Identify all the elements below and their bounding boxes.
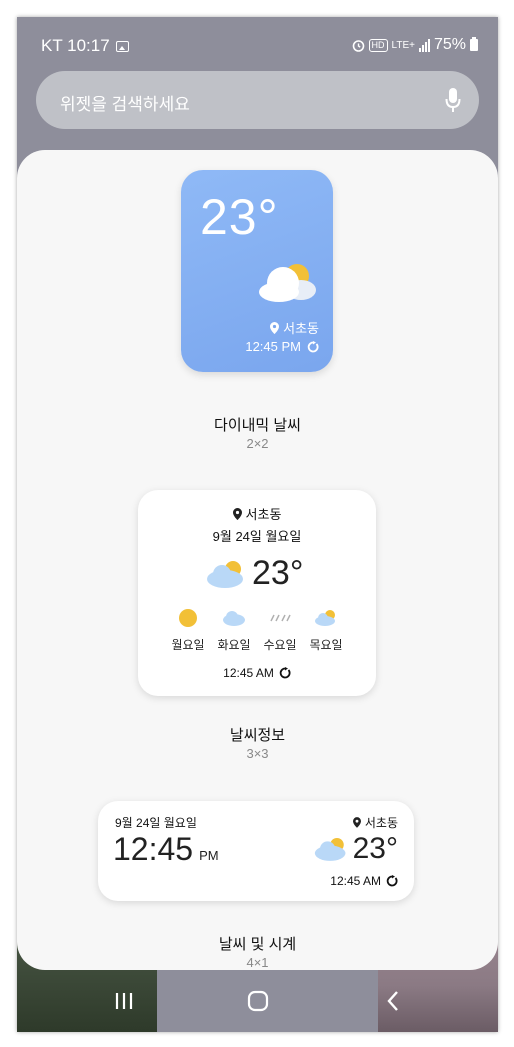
- partly-cloudy-icon: [259, 264, 316, 302]
- alarm-icon: [352, 39, 364, 52]
- widget1-location: 서초동: [283, 321, 319, 336]
- widget2-name: 날씨정보: [229, 727, 286, 744]
- widget2-location: 서초동: [245, 507, 282, 522]
- forecast-day: 월요일: [168, 608, 208, 653]
- widget2-date: 9월 24일 월요일: [212, 529, 302, 544]
- widget2-temperature: 23°: [252, 554, 304, 592]
- location-pin-icon: [270, 321, 280, 334]
- widget2-size: 3×3: [246, 746, 269, 761]
- widget3-date: 9월 24일 월요일: [115, 816, 197, 830]
- forecast-row: 월요일 화요일 수요일 목요일: [138, 608, 376, 653]
- forecast-day-label: 목요일: [309, 638, 343, 652]
- partly-cloudy-icon: [315, 610, 335, 626]
- dynamic-weather-widget[interactable]: 23° 서초동 12:45 PM: [181, 170, 333, 372]
- widget3-time: 12:45 AM: [330, 874, 381, 888]
- location-pin-icon: [352, 817, 361, 828]
- weather-clock-widget[interactable]: 9월 24일 월요일 12:45 PM 서초동 23° 12:45 AM: [98, 801, 414, 901]
- partly-cloudy-icon: [314, 837, 346, 861]
- widget-list-sheet[interactable]: 23° 서초동 12:45 PM 다이내믹 날씨 2×2 서초동 9월 24일 …: [17, 150, 498, 970]
- widget1-size: 2×2: [246, 436, 269, 451]
- widget2-time: 12:45 AM: [223, 666, 274, 680]
- picture-icon: [115, 40, 129, 52]
- refresh-icon[interactable]: [386, 875, 398, 887]
- battery-icon: [470, 37, 478, 51]
- widget-search-bar[interactable]: 위젯을 검색하세요: [36, 71, 479, 129]
- weather-info-widget[interactable]: 서초동 9월 24일 월요일 23° 월요일 화요일 수요일 목요일 12:45…: [138, 490, 376, 696]
- cloud-icon: [223, 611, 245, 626]
- forecast-day: 화요일: [214, 608, 254, 653]
- widget1-time: 12:45 PM: [245, 339, 301, 354]
- refresh-icon[interactable]: [307, 340, 319, 353]
- refresh-icon[interactable]: [279, 667, 291, 679]
- widget3-ampm: PM: [199, 848, 219, 863]
- widget3-temperature: 23°: [352, 832, 398, 865]
- back-button[interactable]: [378, 988, 408, 1014]
- widget3-size: 4×1: [246, 955, 269, 970]
- home-icon[interactable]: [247, 990, 269, 1012]
- forecast-day: 목요일: [306, 608, 346, 653]
- home-button[interactable]: [243, 988, 273, 1014]
- partly-cloudy-icon: [207, 560, 243, 588]
- widget3-clock: 12:45: [113, 831, 194, 867]
- mic-icon[interactable]: [445, 87, 461, 113]
- recents-button[interactable]: [109, 988, 139, 1014]
- widget1-temperature: 23°: [200, 189, 279, 245]
- forecast-day-label: 월요일: [171, 638, 205, 652]
- phone-screen: KT 10:17 HD LTE+ 75% 위젯을 검색하세요 23° 서초동 1…: [17, 17, 498, 1032]
- search-input[interactable]: 위젯을 검색하세요: [60, 90, 190, 115]
- widget1-name: 다이내믹 날씨: [214, 417, 301, 434]
- widget3-name: 날씨 및 시계: [218, 936, 297, 953]
- battery-percent: 75%: [433, 36, 466, 53]
- navigation-bar: [17, 970, 498, 1032]
- hd-badge: HD: [368, 38, 388, 52]
- lte-label: LTE+: [391, 39, 415, 51]
- forecast-day-label: 화요일: [217, 638, 251, 652]
- location-pin-icon: [232, 507, 242, 520]
- forecast-day-label: 수요일: [263, 638, 297, 652]
- signal-icon: [418, 38, 430, 52]
- rain-icon: [270, 614, 291, 622]
- status-bar: KT 10:17 HD LTE+ 75%: [17, 17, 498, 75]
- back-icon[interactable]: [386, 990, 400, 1012]
- forecast-day: 수요일: [260, 608, 300, 653]
- widget3-location: 서초동: [364, 816, 398, 830]
- sun-icon: [179, 609, 197, 627]
- recents-icon[interactable]: [114, 992, 134, 1010]
- carrier-time: KT 10:17: [41, 36, 110, 55]
